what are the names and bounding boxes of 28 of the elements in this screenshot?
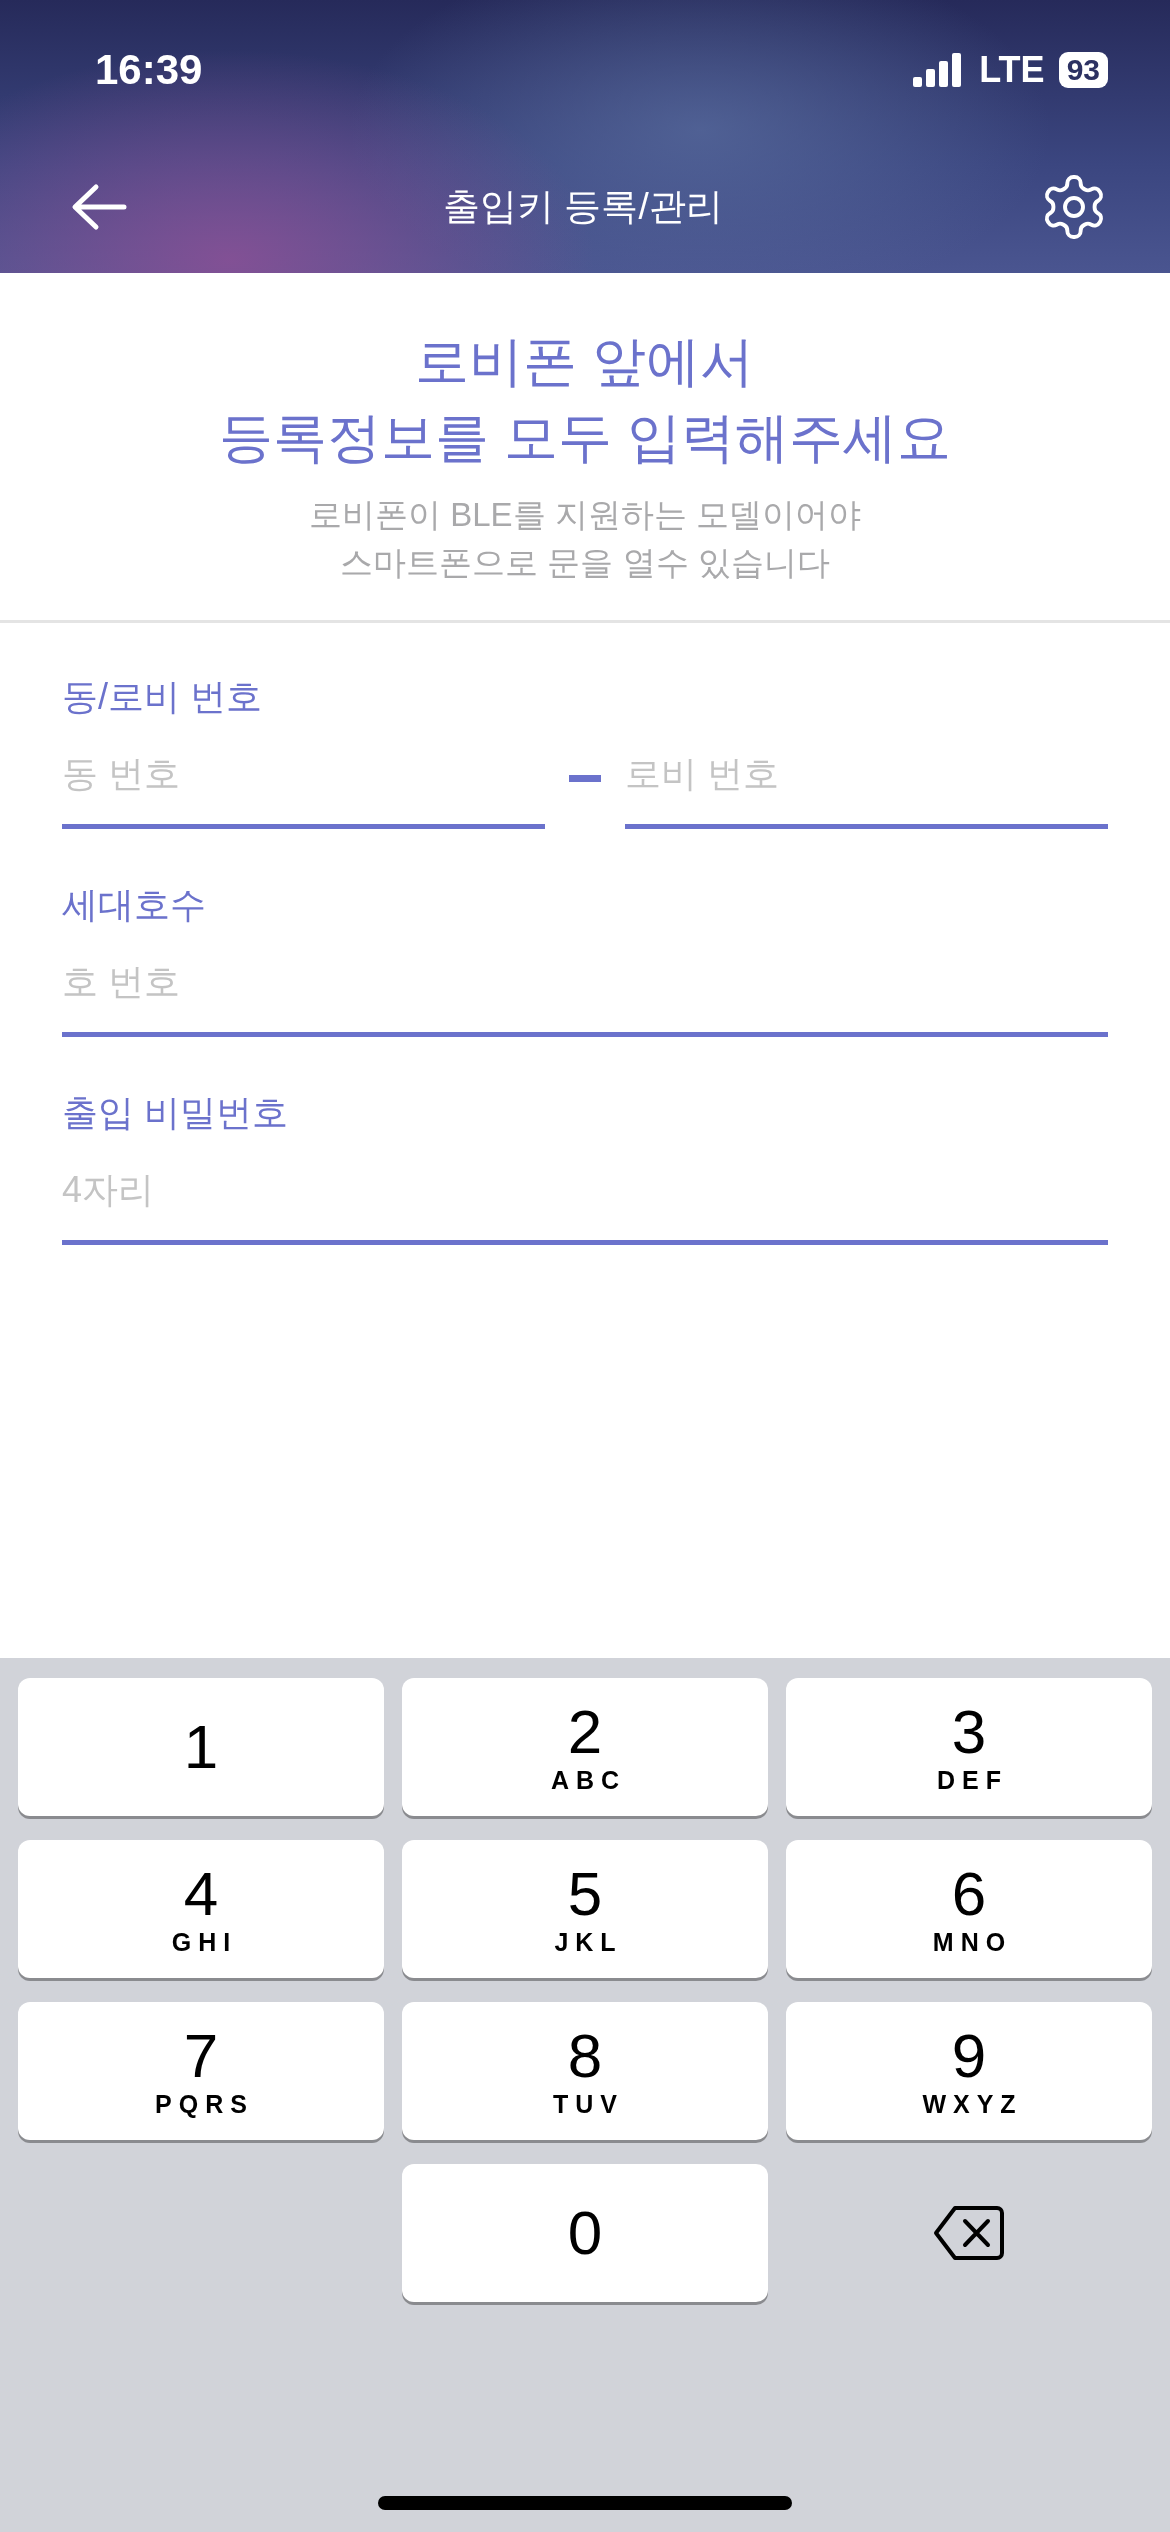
- headline: 로비폰 앞에서: [415, 330, 755, 393]
- keypad-key[interactable]: 5 JKL: [402, 1840, 768, 1978]
- network-label: LTE: [979, 49, 1045, 91]
- field-label: 출입 비밀번호: [62, 1091, 289, 1135]
- back-arrow-icon: [70, 182, 128, 231]
- backspace-icon: [933, 2204, 1005, 2262]
- input-field[interactable]: 로비 번호: [625, 745, 1108, 829]
- status-time: 16:39: [95, 46, 203, 94]
- field-label: 동/로비 번호: [62, 675, 263, 719]
- back-button[interactable]: [70, 182, 128, 231]
- field-label: 세대호수: [62, 883, 207, 927]
- keypad-key[interactable]: 2 ABC: [402, 1678, 768, 1816]
- keypad-key[interactable]: 1: [18, 1678, 384, 1816]
- dash-separator: [569, 774, 601, 782]
- keypad-key[interactable]: 7 PQRS: [18, 2002, 384, 2140]
- info-note: 로비폰이 BLE를 지원하는 모델이어야 스마트폰으로 문을 열수 있습니다: [309, 495, 861, 583]
- input-field[interactable]: 호 번호: [62, 953, 1108, 1037]
- keypad-key[interactable]: 3 DEF: [786, 1678, 1152, 1816]
- keypad-key[interactable]: 0: [402, 2164, 768, 2302]
- keypad-key[interactable]: 9 WXYZ: [786, 2002, 1152, 2140]
- screen-title: 출입키 등록/관리: [443, 184, 723, 229]
- keypad-key[interactable]: 4 GHI: [18, 1840, 384, 1978]
- battery-level: 93: [1058, 52, 1108, 88]
- keypad-key[interactable]: 8 TUV: [402, 2002, 768, 2140]
- keypad-key[interactable]: 6 MNO: [786, 1840, 1152, 1978]
- headline: 등록정보를 모두 입력해주세요: [219, 406, 951, 469]
- input-field[interactable]: 동 번호: [62, 745, 545, 829]
- input-field[interactable]: 4자리: [62, 1161, 1108, 1245]
